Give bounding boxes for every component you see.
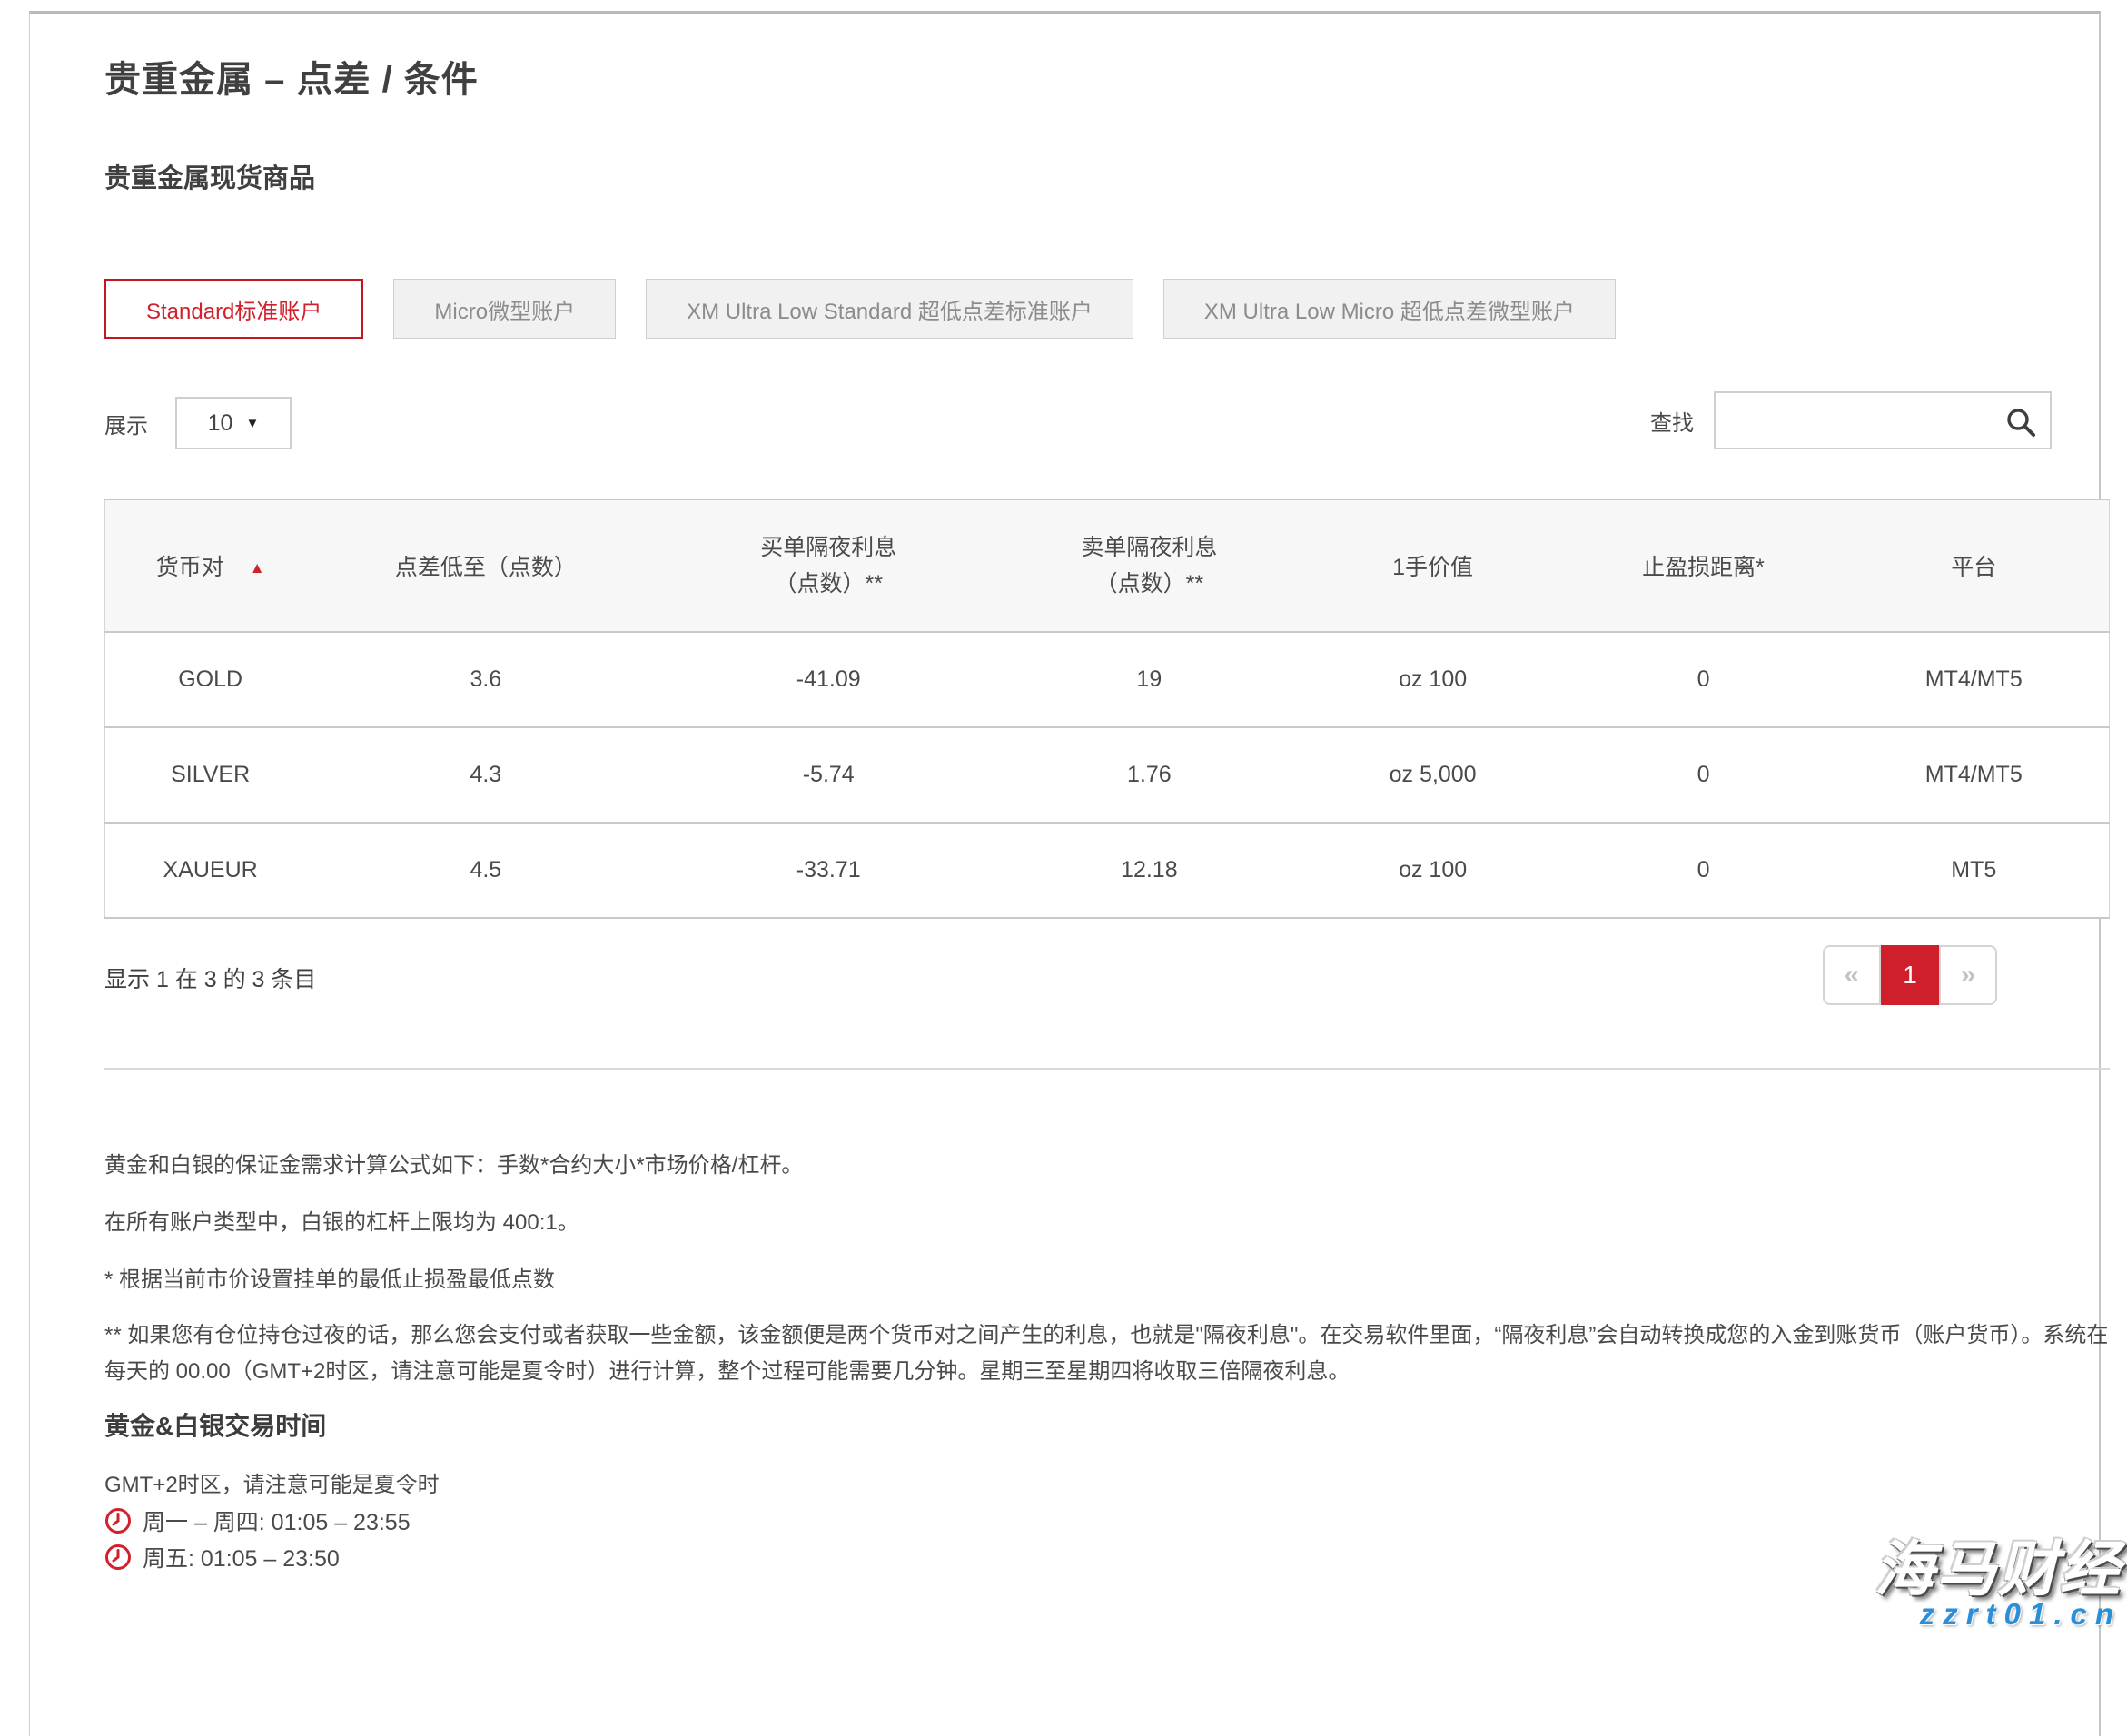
cell-stop-level: 0 bbox=[1568, 632, 1839, 727]
cell-spread-low: 4.5 bbox=[315, 823, 656, 918]
tab-ultra-low-standard-account[interactable]: XM Ultra Low Standard 超低点差标准账户 bbox=[646, 279, 1133, 339]
swap-long-line1: 买单隔夜利息 bbox=[657, 529, 1000, 566]
note-swap-explanation: ** 如果您有仓位持仓过夜的话，那么您会支付或者获取一些金额，该金额便是两个货币… bbox=[104, 1317, 2125, 1390]
pagination-next-button[interactable]: » bbox=[1939, 945, 1997, 1005]
show-label: 展示 bbox=[104, 408, 148, 439]
swap-short-line1: 卖单隔夜利息 bbox=[1002, 529, 1297, 566]
chevron-down-icon: ▼ bbox=[245, 416, 259, 431]
cell-swap-long: -41.09 bbox=[656, 632, 1001, 727]
swap-long-line2: （点数）** bbox=[657, 566, 1000, 602]
search-control: 查找 bbox=[1650, 391, 2052, 449]
column-header-stop-level[interactable]: 止盈损距离* bbox=[1568, 500, 1839, 632]
cell-platform: MT4/MT5 bbox=[1839, 632, 2110, 727]
table-header-row: 货币对 ▲ 点差低至（点数） 买单隔夜利息 （点数）** 卖单隔夜利息 （点数）*… bbox=[105, 500, 2110, 632]
pagination: « 1 » bbox=[1823, 945, 1997, 1005]
search-input[interactable] bbox=[1716, 393, 2050, 448]
trading-hours-fri: 周五: 01:05 – 23:50 bbox=[104, 1541, 340, 1573]
note-silver-leverage: 在所有账户类型中，白银的杠杆上限均为 400:1。 bbox=[104, 1204, 2125, 1242]
note-margin-formula: 黄金和白银的保证金需求计算公式如下：手数*合约大小*市场价格/杠杆。 bbox=[104, 1147, 2125, 1185]
swap-short-line2: （点数）** bbox=[1002, 566, 1297, 602]
trading-hours-heading: 黄金&白银交易时间 bbox=[104, 1406, 326, 1443]
cell-lot-value: oz 5,000 bbox=[1298, 727, 1568, 823]
trading-hours-fri-text: 周五: 01:05 – 23:50 bbox=[143, 1541, 340, 1573]
pagination-page-1-button[interactable]: 1 bbox=[1881, 945, 1939, 1005]
column-header-symbol[interactable]: 货币对 ▲ bbox=[105, 500, 316, 632]
column-header-platform[interactable]: 平台 bbox=[1839, 500, 2110, 632]
search-box bbox=[1714, 391, 2052, 449]
cell-swap-short: 19 bbox=[1001, 632, 1298, 727]
clock-icon bbox=[104, 1507, 132, 1534]
cell-spread-low: 4.3 bbox=[315, 727, 656, 823]
timezone-note: GMT+2时区，请注意可能是夏令时 bbox=[104, 1466, 440, 1498]
trading-hours-mon-thu: 周一 – 周四: 01:05 – 23:55 bbox=[104, 1504, 411, 1537]
cell-swap-long: -5.74 bbox=[656, 727, 1001, 823]
table-row-xaueur: XAUEUR 4.5 -33.71 12.18 oz 100 0 MT5 bbox=[105, 823, 2110, 918]
trading-hours-mon-thu-text: 周一 – 周四: 01:05 – 23:55 bbox=[143, 1504, 411, 1537]
cell-platform: MT4/MT5 bbox=[1839, 727, 2110, 823]
pagination-summary: 显示 1 在 3 的 3 条目 bbox=[104, 962, 316, 994]
page-size-value: 10 bbox=[208, 410, 233, 437]
table-row-gold: GOLD 3.6 -41.09 19 oz 100 0 MT4/MT5 bbox=[105, 632, 2110, 727]
cell-platform: MT5 bbox=[1839, 823, 2110, 918]
search-label: 查找 bbox=[1650, 405, 1694, 437]
cell-swap-short: 1.76 bbox=[1001, 727, 1298, 823]
tab-micro-account[interactable]: Micro微型账户 bbox=[393, 279, 616, 339]
tab-ultra-low-micro-account[interactable]: XM Ultra Low Micro 超低点差微型账户 bbox=[1163, 279, 1616, 339]
tab-standard-account[interactable]: Standard标准账户 bbox=[104, 279, 363, 339]
section-divider bbox=[104, 1068, 2110, 1070]
cell-stop-level: 0 bbox=[1568, 727, 1839, 823]
spreads-table: 货币对 ▲ 点差低至（点数） 买单隔夜利息 （点数）** 卖单隔夜利息 （点数）*… bbox=[104, 499, 2110, 919]
table-row-silver: SILVER 4.3 -5.74 1.76 oz 5,000 0 MT4/MT5 bbox=[105, 727, 2110, 823]
cell-lot-value: oz 100 bbox=[1298, 632, 1568, 727]
column-header-lot-value[interactable]: 1手价值 bbox=[1298, 500, 1568, 632]
column-header-symbol-label: 货币对 bbox=[156, 555, 224, 580]
cell-swap-short: 12.18 bbox=[1001, 823, 1298, 918]
cell-symbol: XAUEUR bbox=[105, 823, 316, 918]
pagination-prev-button[interactable]: « bbox=[1823, 945, 1881, 1005]
clock-icon bbox=[104, 1544, 132, 1571]
cell-symbol: GOLD bbox=[105, 632, 316, 727]
search-icon bbox=[2004, 406, 2037, 443]
account-type-tabs: Standard标准账户 Micro微型账户 XM Ultra Low Stan… bbox=[104, 279, 1616, 339]
cell-lot-value: oz 100 bbox=[1298, 823, 1568, 918]
cell-spread-low: 3.6 bbox=[315, 632, 656, 727]
cell-swap-long: -33.71 bbox=[656, 823, 1001, 918]
page-container: 贵重金属 – 点差 / 条件 贵重金属现货商品 Standard标准账户 Mic… bbox=[29, 11, 2101, 1736]
page-size-control: 展示 10 ▼ bbox=[104, 397, 292, 449]
cell-symbol: SILVER bbox=[105, 727, 316, 823]
page-title: 贵重金属 – 点差 / 条件 bbox=[104, 50, 479, 103]
column-header-spread-low[interactable]: 点差低至（点数） bbox=[315, 500, 656, 632]
sort-ascending-icon: ▲ bbox=[250, 559, 265, 577]
page-size-select[interactable]: 10 ▼ bbox=[175, 397, 292, 449]
cell-stop-level: 0 bbox=[1568, 823, 1839, 918]
page-subtitle: 贵重金属现货商品 bbox=[104, 157, 315, 195]
note-stop-level: * 根据当前市价设置挂单的最低止损盈最低点数 bbox=[104, 1261, 2125, 1299]
column-header-swap-short[interactable]: 卖单隔夜利息 （点数）** bbox=[1001, 500, 1298, 632]
column-header-swap-long[interactable]: 买单隔夜利息 （点数）** bbox=[656, 500, 1001, 632]
